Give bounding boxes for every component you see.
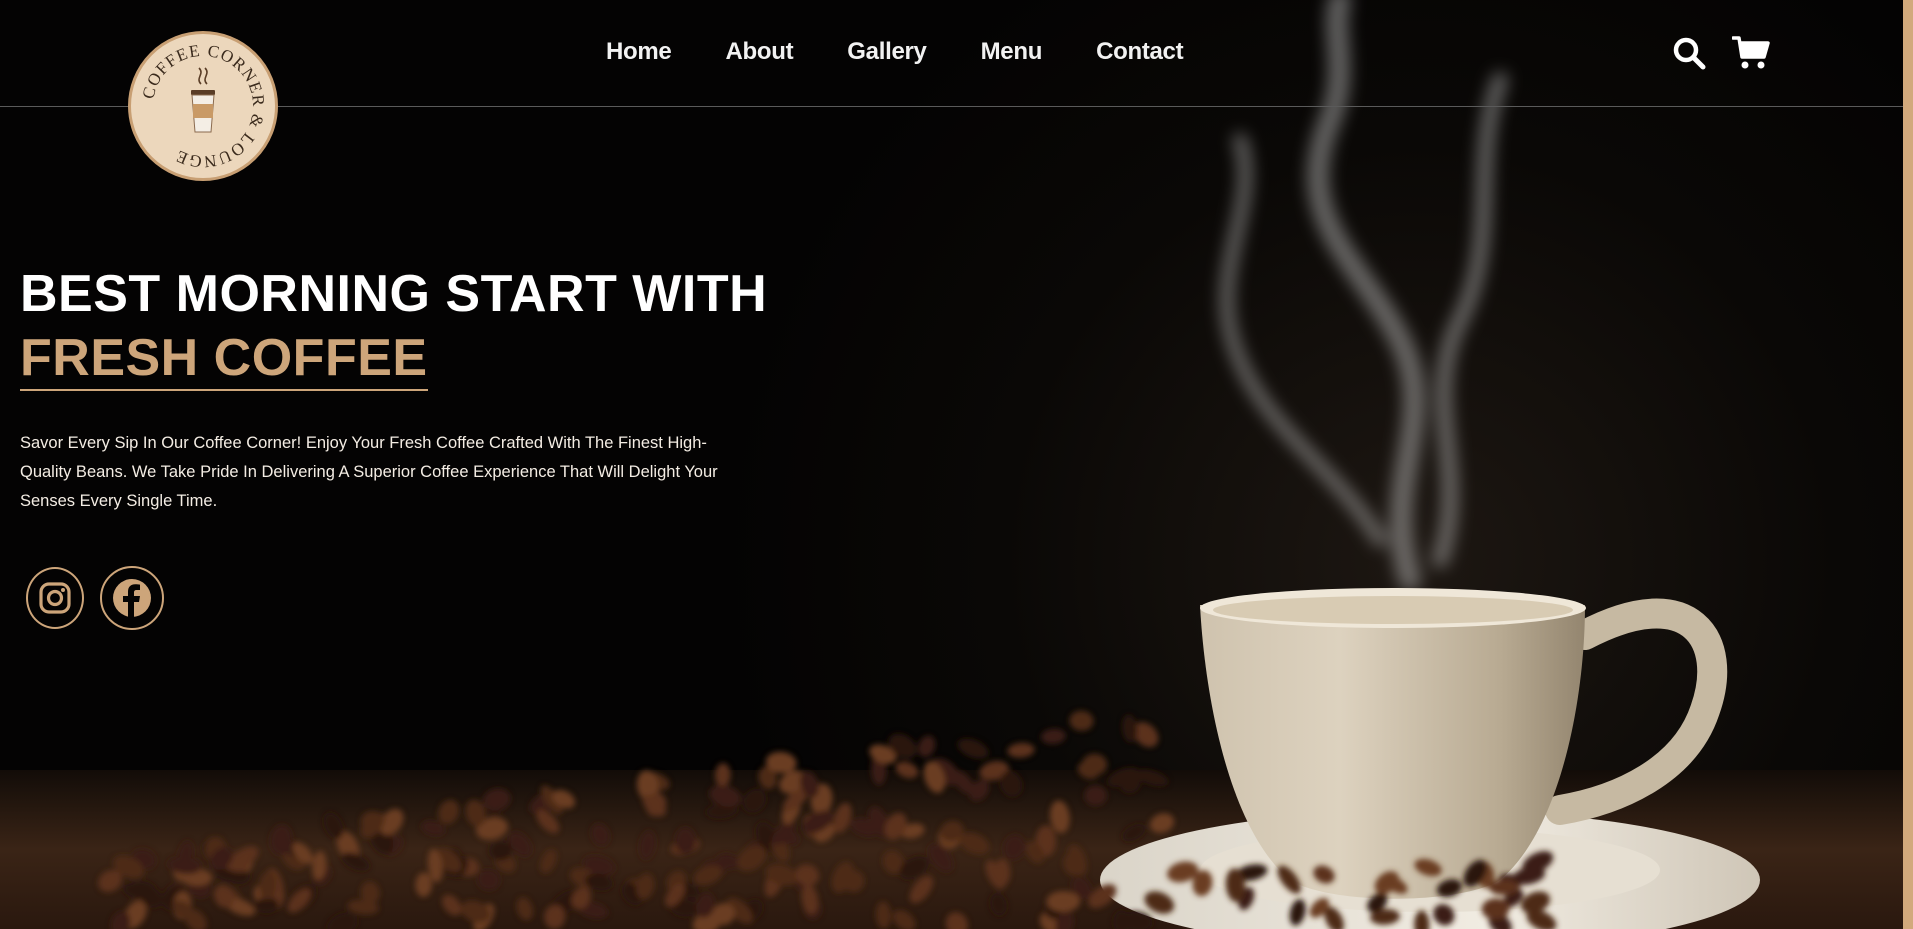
nav-about[interactable]: About xyxy=(725,38,793,66)
scrollbar[interactable] xyxy=(1903,0,1913,929)
instagram-icon xyxy=(39,582,71,614)
nav-menu[interactable]: Menu xyxy=(981,38,1043,66)
site-logo[interactable]: COFFEE CORNER & LOUNGE xyxy=(128,31,278,181)
instagram-button[interactable] xyxy=(26,567,84,629)
social-links xyxy=(26,566,164,630)
search-icon xyxy=(1673,37,1706,70)
facebook-button[interactable] xyxy=(100,566,164,630)
nav-gallery[interactable]: Gallery xyxy=(847,38,927,66)
search-button[interactable] xyxy=(1669,33,1709,73)
site-header: COFFEE CORNER & LOUNGE Home About Galler… xyxy=(0,0,1903,181)
hero-description: Savor Every Sip In Our Coffee Corner! En… xyxy=(20,434,718,510)
header-actions xyxy=(1669,33,1771,73)
shopping-cart-icon xyxy=(1732,36,1770,69)
nav-contact[interactable]: Contact xyxy=(1096,38,1184,66)
nav-home[interactable]: Home xyxy=(606,38,672,66)
hero-title-highlight: FRESH COFFEE xyxy=(20,327,428,391)
logo-emblem: COFFEE CORNER & LOUNGE xyxy=(138,41,267,171)
cart-button[interactable] xyxy=(1731,33,1771,73)
hero-title-line1: BEST MORNING START WITH xyxy=(20,265,768,323)
hero-title: BEST MORNING START WITH FRESH COFFEE xyxy=(20,262,767,391)
facebook-icon xyxy=(113,579,151,617)
coffee-cup-icon xyxy=(191,67,215,133)
main-nav: Home About Gallery Menu Contact xyxy=(606,38,1184,66)
